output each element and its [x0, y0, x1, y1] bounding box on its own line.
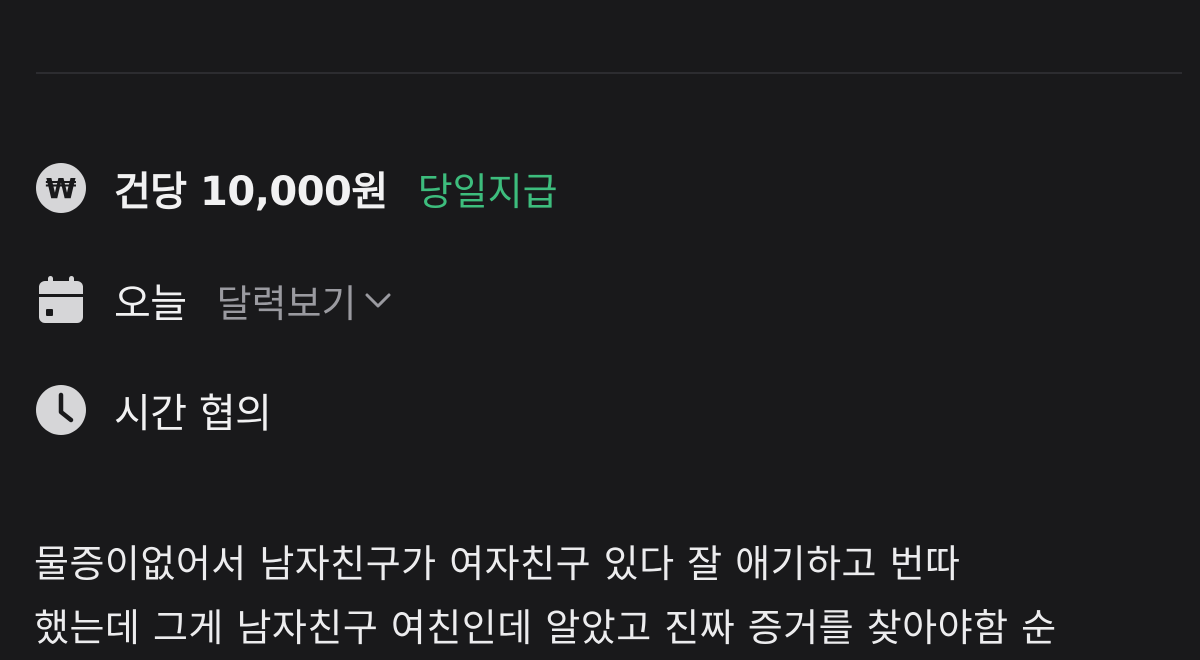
svg-text:₩: ₩	[46, 172, 77, 205]
time-row: 시간 협의	[34, 380, 272, 440]
view-calendar-button[interactable]: 달력보기	[217, 273, 393, 328]
clock-icon	[34, 383, 88, 437]
same-day-pay-badge: 당일지급	[417, 169, 558, 214]
section-divider	[36, 72, 1182, 74]
job-description: 물증이없어서 남자친구가 여자친구 있다 잘 애기하고 번따 했는데 그게 남자…	[34, 532, 1200, 660]
calendar-icon	[34, 273, 88, 327]
date-row: 오늘 달력보기	[34, 270, 392, 330]
pay-amount: 건당 10,000원	[114, 169, 388, 215]
date-label: 오늘	[114, 281, 187, 327]
description-line: 물증이없어서 남자친구가 여자친구 있다 잘 애기하고 번따	[34, 542, 961, 586]
pay-row: ₩ 건당 10,000원 당일지급	[34, 158, 558, 218]
description-line: 했는데 그게 남자친구 여친인데 알았고 진짜 증거를 찾아야함 순	[34, 606, 1057, 650]
chevron-down-icon	[364, 290, 392, 310]
view-calendar-label: 달력보기	[216, 281, 357, 326]
won-coin-icon: ₩	[34, 161, 88, 215]
time-label: 시간 협의	[114, 391, 272, 437]
